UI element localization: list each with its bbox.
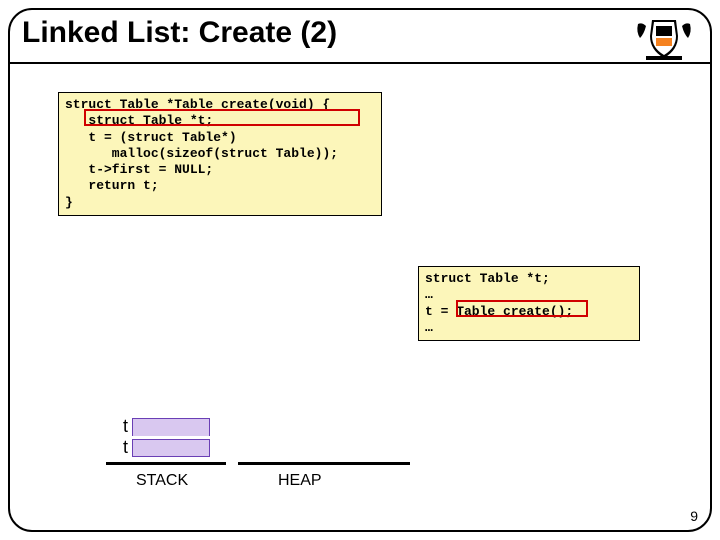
code-line: … xyxy=(425,320,433,335)
code-line: struct Table *t; xyxy=(425,271,550,286)
title-divider xyxy=(8,62,712,64)
highlight-box-definition xyxy=(84,109,360,126)
stack-var-label: t xyxy=(114,416,132,437)
heap-baseline xyxy=(238,462,410,465)
stack-row: t xyxy=(114,416,234,437)
code-line: } xyxy=(65,195,73,210)
code-line: return t; xyxy=(65,178,159,193)
code-line: t->first = NULL; xyxy=(65,162,213,177)
slide-title: Linked List: Create (2) xyxy=(22,16,337,50)
code-line: t = (struct Table*) xyxy=(65,130,237,145)
page-number: 9 xyxy=(690,508,698,524)
stack-diagram: t t xyxy=(114,416,234,458)
stack-baseline xyxy=(106,462,226,465)
stack-row: t xyxy=(114,437,234,458)
crest-logo xyxy=(632,14,696,62)
highlight-box-call xyxy=(456,300,588,317)
code-line: … xyxy=(425,287,433,302)
stack-region-label: STACK xyxy=(136,472,188,490)
stack-cell-box xyxy=(132,439,210,457)
code-line: malloc(sizeof(struct Table)); xyxy=(65,146,338,161)
slide-frame: Linked List: Create (2) struct Table *Ta… xyxy=(8,8,712,532)
stack-var-label: t xyxy=(114,437,132,458)
heap-region-label: HEAP xyxy=(278,472,322,490)
stack-cell-box xyxy=(132,418,210,436)
